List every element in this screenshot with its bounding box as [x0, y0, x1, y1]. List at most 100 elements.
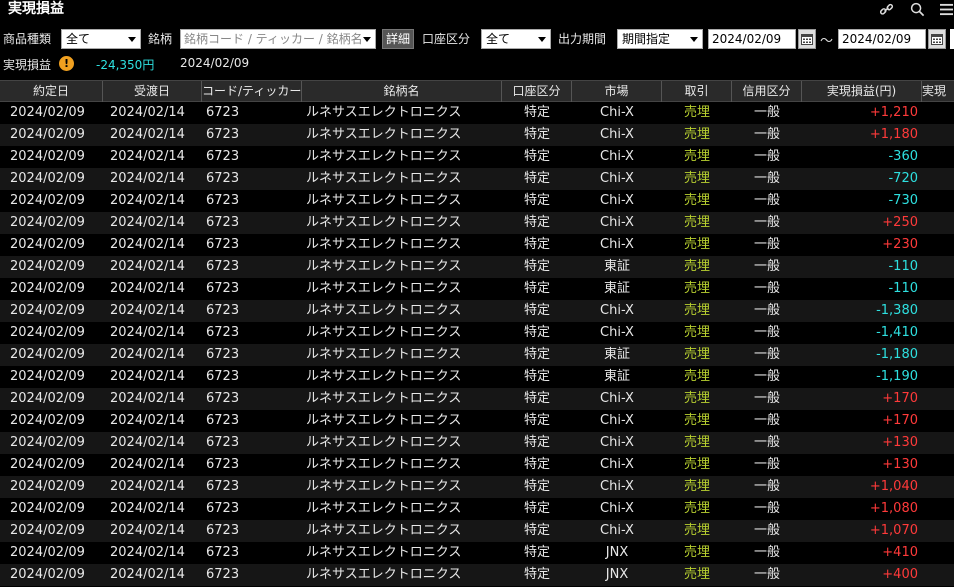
table-row[interactable]: 2024/02/09 2024/02/14 6723 ルネサスエレクトロニクス 特定 東証… — [0, 256, 954, 278]
period-select[interactable]: 期間指定 — [617, 29, 703, 49]
cell-code: 6723 — [206, 391, 240, 406]
cell-koza: 特定 — [523, 237, 550, 252]
cell-shin: 一般 — [753, 193, 780, 208]
cell-yaku: 2024/02/09 — [10, 193, 85, 208]
cell-koza: 特定 — [523, 303, 550, 318]
cell-name: ルネサスエレクトロニクス — [306, 479, 462, 494]
cell-code: 6723 — [206, 325, 240, 340]
cell-mkt: Chi-X — [600, 501, 634, 516]
cell-name: ルネサスエレクトロニクス — [306, 259, 462, 274]
cell-koza: 特定 — [523, 105, 550, 120]
table-row[interactable]: 2024/02/09 2024/02/14 6723 ルネサスエレクトロニクス 特定 Ch… — [0, 212, 954, 234]
cell-pl: +230 — [882, 237, 918, 252]
cell-uke: 2024/02/14 — [110, 523, 185, 538]
warning-icon[interactable]: ! — [59, 56, 74, 71]
table-row[interactable]: 2024/02/09 2024/02/14 6723 ルネサスエレクトロニクス 特定 東証… — [0, 344, 954, 366]
cell-name: ルネサスエレクトロニクス — [306, 325, 462, 340]
table-row[interactable]: 2024/02/09 2024/02/14 6723 ルネサスエレクトロニクス 特定 JN… — [0, 542, 954, 564]
cell-tori: 売埋 — [683, 325, 710, 340]
cell-shin: 一般 — [753, 501, 780, 516]
cell-mkt: Chi-X — [600, 303, 634, 318]
cell-koza: 特定 — [523, 567, 550, 582]
column-header[interactable]: 市場 — [572, 81, 662, 102]
cell-uke: 2024/02/14 — [110, 545, 185, 560]
cell-mkt: JNX — [605, 567, 629, 582]
cell-name: ルネサスエレクトロニクス — [306, 523, 462, 538]
cell-koza: 特定 — [523, 479, 550, 494]
table-row[interactable]: 2024/02/09 2024/02/14 6723 ルネサスエレクトロニクス 特定 Ch… — [0, 322, 954, 344]
column-header[interactable]: 約定日 — [0, 81, 103, 102]
cell-uke: 2024/02/14 — [110, 325, 185, 340]
cell-tori: 売埋 — [683, 435, 710, 450]
product-select[interactable]: 全て — [61, 29, 141, 49]
account-select[interactable]: 全て — [481, 29, 551, 49]
cell-shin: 一般 — [753, 457, 780, 472]
calendar-icon[interactable] — [928, 29, 946, 49]
column-header[interactable]: 取引 — [662, 81, 732, 102]
cell-tori: 売埋 — [683, 479, 710, 494]
cell-tori: 売埋 — [683, 303, 710, 318]
table-row[interactable]: 2024/02/09 2024/02/14 6723 ルネサスエレクトロニクス 特定 Ch… — [0, 410, 954, 432]
table-row[interactable]: 2024/02/09 2024/02/14 6723 ルネサスエレクトロニクス 特定 Ch… — [0, 300, 954, 322]
cell-shin: 一般 — [753, 545, 780, 560]
table-row[interactable]: 2024/02/09 2024/02/14 6723 ルネサスエレクトロニクス 特定 Ch… — [0, 476, 954, 498]
table-row[interactable]: 2024/02/09 2024/02/14 6723 ルネサスエレクトロニクス 特定 Ch… — [0, 190, 954, 212]
cell-code: 6723 — [206, 567, 240, 582]
cell-mkt: Chi-X — [600, 457, 634, 472]
detail-button[interactable]: 詳細 — [382, 29, 415, 49]
cell-pl: +170 — [882, 391, 918, 406]
cell-mkt: Chi-X — [600, 435, 634, 450]
cell-shin: 一般 — [753, 171, 780, 186]
table-row[interactable]: 2024/02/09 2024/02/14 6723 ルネサスエレクトロニクス 特定 東証… — [0, 278, 954, 300]
table-row[interactable]: 2024/02/09 2024/02/14 6723 ルネサスエレクトロニクス 特定 Ch… — [0, 124, 954, 146]
table-row[interactable]: 2024/02/09 2024/02/14 6723 ルネサスエレクトロニクス 特定 Ch… — [0, 234, 954, 256]
cell-name: ルネサスエレクトロニクス — [306, 369, 462, 384]
date-to-input[interactable]: 2024/02/09 — [838, 29, 926, 49]
table-row[interactable]: 2024/02/09 2024/02/14 6723 ルネサスエレクトロニクス 特定 Ch… — [0, 388, 954, 410]
table-row[interactable]: 2024/02/09 2024/02/14 6723 ルネサスエレクトロニクス 特定 東証… — [0, 366, 954, 388]
column-header[interactable]: コード/ティッカー — [202, 81, 302, 102]
cell-uke: 2024/02/14 — [110, 501, 185, 516]
cell-uke: 2024/02/14 — [110, 281, 185, 296]
symbol-label: 銘柄 — [148, 32, 173, 46]
cell-koza: 特定 — [523, 259, 550, 274]
search-icon[interactable] — [907, 0, 927, 19]
column-header[interactable]: 受渡日 — [103, 81, 202, 102]
table-row[interactable]: 2024/02/09 2024/02/14 6723 ルネサスエレクトロニクス 特定 Ch… — [0, 498, 954, 520]
table-row[interactable]: 2024/02/09 2024/02/14 6723 ルネサスエレクトロニクス 特定 JN… — [0, 564, 954, 586]
cell-pl: -730 — [888, 193, 918, 208]
cell-koza: 特定 — [523, 281, 550, 296]
column-header[interactable]: 信用区分 — [732, 81, 802, 102]
cell-tori: 売埋 — [683, 215, 710, 230]
table-row[interactable]: 2024/02/09 2024/02/14 6723 ルネサスエレクトロニクス 特定 Ch… — [0, 102, 954, 124]
pl-table: 約定日 受渡日 コード/ティッカー 銘柄名 口座区分 市場 取引 信用区分 実現… — [0, 80, 954, 586]
menu-icon[interactable] — [936, 0, 954, 19]
cell-name: ルネサスエレクトロニクス — [306, 105, 462, 120]
table-row[interactable]: 2024/02/09 2024/02/14 6723 ルネサスエレクトロニクス 特定 Ch… — [0, 146, 954, 168]
symbol-input[interactable]: 銘柄コード / ティッカー / 銘柄名 — [180, 29, 376, 49]
cell-pl: +1,210 — [869, 105, 918, 120]
table-row[interactable]: 2024/02/09 2024/02/14 6723 ルネサスエレクトロニクス 特定 Ch… — [0, 454, 954, 476]
cell-uke: 2024/02/14 — [110, 457, 185, 472]
cell-tori: 売埋 — [683, 127, 710, 142]
cell-yaku: 2024/02/09 — [10, 545, 85, 560]
column-header[interactable]: 銘柄名 — [302, 81, 502, 102]
table-row[interactable]: 2024/02/09 2024/02/14 6723 ルネサスエレクトロニクス 特定 Ch… — [0, 432, 954, 454]
table-row[interactable]: 2024/02/09 2024/02/14 6723 ルネサスエレクトロニクス 特定 Ch… — [0, 520, 954, 542]
date-from-input[interactable]: 2024/02/09 — [708, 29, 796, 49]
column-header[interactable]: 実現 — [922, 81, 954, 102]
calendar-icon[interactable] — [798, 29, 816, 49]
cell-code: 6723 — [206, 193, 240, 208]
link-icon[interactable] — [876, 0, 896, 19]
cell-tori: 売埋 — [683, 171, 710, 186]
cell-code: 6723 — [206, 303, 240, 318]
account-label: 口座区分 — [422, 32, 471, 46]
cell-uke: 2024/02/14 — [110, 193, 185, 208]
cell-uke: 2024/02/14 — [110, 369, 185, 384]
cell-shin: 一般 — [753, 325, 780, 340]
table-row[interactable]: 2024/02/09 2024/02/14 6723 ルネサスエレクトロニクス 特定 Ch… — [0, 168, 954, 190]
cell-pl: +130 — [882, 435, 918, 450]
cell-yaku: 2024/02/09 — [10, 435, 85, 450]
column-header[interactable]: 実現損益(円) — [802, 81, 922, 102]
column-header[interactable]: 口座区分 — [502, 81, 572, 102]
